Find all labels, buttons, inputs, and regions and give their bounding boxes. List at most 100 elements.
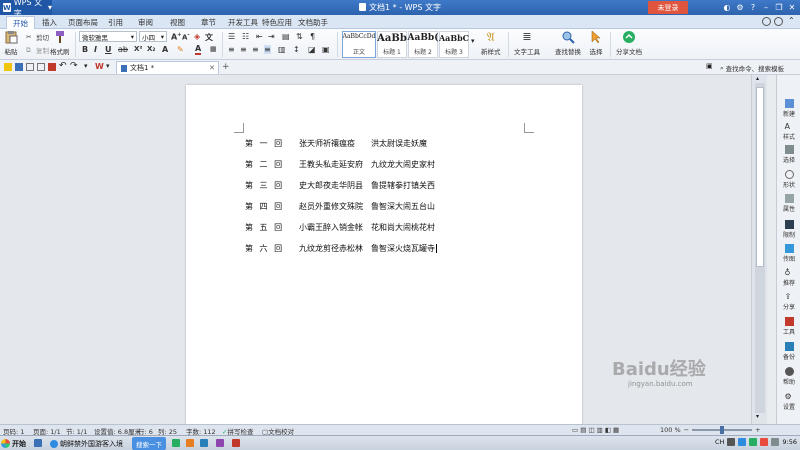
justify-icon[interactable]: ≡ [264, 45, 271, 54]
style-heading-1[interactable]: AaBb 标题 1 [377, 31, 407, 58]
zoom-control[interactable]: 100 % − + [660, 426, 761, 434]
subscript-icon[interactable]: X₂ [147, 45, 155, 53]
start-button[interactable]: 开始 [1, 437, 30, 450]
preview-icon[interactable] [37, 63, 45, 71]
shrink-font-icon[interactable]: A- [182, 32, 190, 41]
app-icon-2[interactable] [186, 439, 194, 447]
sidebar-item-styles[interactable]: A 样式 [777, 122, 800, 141]
collapse-ribbon-icon[interactable]: ⌃ [788, 16, 795, 25]
save-icon[interactable] [15, 63, 23, 71]
document-tab[interactable]: 文档1 * ✕ [116, 61, 219, 74]
open-folder-icon[interactable] [4, 63, 12, 71]
wps-taskbar-icon[interactable] [232, 439, 240, 447]
redo-icon[interactable]: ↷ [70, 61, 78, 71]
scroll-up-icon[interactable]: ▴ [756, 75, 759, 82]
strikethrough-icon[interactable]: ab [118, 45, 128, 54]
volume-icon[interactable] [771, 438, 780, 446]
copy-button[interactable]: ⧉ 复制 [26, 45, 49, 55]
text-line[interactable]: 第 一 回张天师祈禳瘟疫 洪太尉误走妖魔 [245, 137, 427, 149]
app-icon-3[interactable] [200, 439, 208, 447]
text-line[interactable]: 第 四 回赵员外重修文殊院 鲁智深大闹五台山 [245, 200, 435, 212]
export-pdf-icon[interactable] [48, 63, 56, 71]
char-shading-icon[interactable]: ▦ [210, 45, 217, 53]
taskbar-item-browser[interactable]: 朝鲜禁外国游客入境 [50, 437, 123, 450]
sidebar-item-shapes[interactable]: 形状 [777, 170, 800, 189]
restore-icon[interactable]: ❐ [774, 2, 784, 12]
tray-icon-3[interactable] [749, 438, 758, 446]
print-icon[interactable] [26, 63, 34, 71]
style-heading-3[interactable]: AaBbC 标题 3 [439, 31, 469, 58]
sidebar-item-properties[interactable]: 属性 [777, 194, 800, 213]
text-line[interactable]: 第 二 回王教头私走延安府 九纹龙大闹史家村 [245, 158, 435, 170]
share-doc-button[interactable]: 分享文档 [616, 30, 642, 56]
tab-references[interactable]: 引用 [108, 16, 123, 29]
align-right-icon[interactable]: ≡ [252, 45, 259, 54]
paste-button[interactable]: 粘贴 [4, 30, 18, 56]
style-normal[interactable]: AaBbCcDd 正文 [342, 31, 376, 58]
new-style-button[interactable]: 𝔄 新样式 [481, 30, 501, 56]
login-button[interactable]: 未登录 [648, 1, 688, 14]
text-effect-icon[interactable]: A [162, 45, 168, 54]
bullet-list-icon[interactable]: ☰ [228, 32, 235, 41]
tab-insert[interactable]: 插入 [42, 16, 57, 29]
tab-doc-assistant[interactable]: 文档助手 [298, 16, 328, 29]
document-page[interactable]: 第 一 回张天师祈禳瘟疫 洪太尉误走妖魔 第 二 回王教头私走延安府 九纹龙大闹史家… [186, 85, 582, 430]
scroll-thumb[interactable] [756, 87, 764, 267]
sidebar-item-recommend[interactable]: ♁ 推荐 [777, 268, 800, 287]
clock[interactable]: 9:56 [782, 438, 797, 446]
sidebar-item-restrict[interactable]: 限制 [777, 220, 800, 239]
tab-home[interactable]: 开始 [6, 16, 35, 29]
find-replace-button[interactable]: 查找替换 [555, 30, 581, 56]
sidebar-item-share[interactable]: ⇪ 分享 [777, 292, 800, 311]
undo-icon[interactable]: ↶ [59, 61, 67, 71]
text-line[interactable]: 第 六 回九纹龙剪径赤松林 鲁智深火烧瓦罐寺 [245, 242, 437, 254]
taskbar-search-button[interactable]: 搜索一下 [132, 437, 166, 450]
shading-icon[interactable]: ◪ [308, 45, 316, 54]
show-marks-icon[interactable]: ¶ [310, 32, 315, 41]
styles-more-icon[interactable]: ▾ [471, 37, 475, 45]
tab-review[interactable]: 审阅 [138, 16, 153, 29]
font-size-select[interactable]: 小四 ▾ [139, 31, 167, 42]
highlight-icon[interactable]: ✎ [177, 45, 184, 54]
new-tab-icon[interactable]: + [222, 62, 230, 72]
help-icon[interactable]: ? [748, 2, 758, 12]
chinese-layout-icon[interactable]: ▤ [282, 32, 290, 41]
superscript-icon[interactable]: X² [134, 45, 142, 53]
tab-special[interactable]: 特色应用 [262, 16, 292, 29]
app-icon-1[interactable] [172, 439, 180, 447]
sidebar-item-help[interactable]: 帮助 [777, 367, 800, 386]
select-button[interactable]: 选择 [589, 30, 603, 56]
tab-page-layout[interactable]: 页面布局 [68, 16, 98, 29]
sidebar-item-upload-image[interactable]: 传图 [777, 244, 800, 263]
search-command-box[interactable]: ⌕ 查找命令、搜索模板 [720, 63, 784, 74]
text-line[interactable]: 第 五 回小霸王醉入销金帐 花和尚大闹桃花村 [245, 221, 435, 233]
vertical-scrollbar[interactable]: ▴ ▾ [751, 75, 767, 424]
sidebar-item-settings[interactable]: ⚙ 设置 [777, 392, 800, 411]
tab-developer[interactable]: 开发工具 [228, 16, 258, 29]
pin-icon[interactable]: ▣ [706, 62, 713, 70]
tray-icon-4[interactable] [760, 438, 769, 446]
ime-indicator[interactable]: CH [715, 438, 724, 446]
close-icon[interactable]: ✕ [787, 2, 797, 12]
text-line[interactable]: 第 三 回史大郎夜走华阴县 鲁提辖拳打镇关西 [245, 179, 435, 191]
help-circle-icon[interactable] [774, 17, 783, 26]
format-painter-button[interactable]: 格式刷 [50, 30, 70, 56]
app-icon-4[interactable] [216, 439, 224, 447]
feedback-icon[interactable] [762, 17, 771, 26]
distribute-icon[interactable]: ▥ [278, 45, 286, 54]
bold-icon[interactable]: B [82, 45, 88, 54]
tray-icon-2[interactable] [738, 438, 747, 446]
underline-icon[interactable]: U [105, 45, 112, 54]
font-name-select[interactable]: 微软雅黑 ▾ [79, 31, 137, 42]
line-spacing-icon[interactable]: ↕ [293, 45, 300, 54]
italic-icon[interactable]: I [94, 45, 97, 54]
cut-button[interactable]: ✂ 剪切 [26, 32, 49, 42]
skin-icon[interactable]: ◐ [722, 2, 732, 12]
tab-view[interactable]: 视图 [170, 16, 185, 29]
tray-icon-1[interactable] [727, 438, 736, 446]
show-desktop-icon[interactable] [34, 439, 42, 447]
clear-format-icon[interactable]: ◈ [194, 32, 200, 41]
align-center-icon[interactable]: ≡ [240, 45, 247, 54]
close-tab-icon[interactable]: ✕ [209, 64, 215, 72]
wps-home-icon[interactable]: W [95, 62, 104, 71]
